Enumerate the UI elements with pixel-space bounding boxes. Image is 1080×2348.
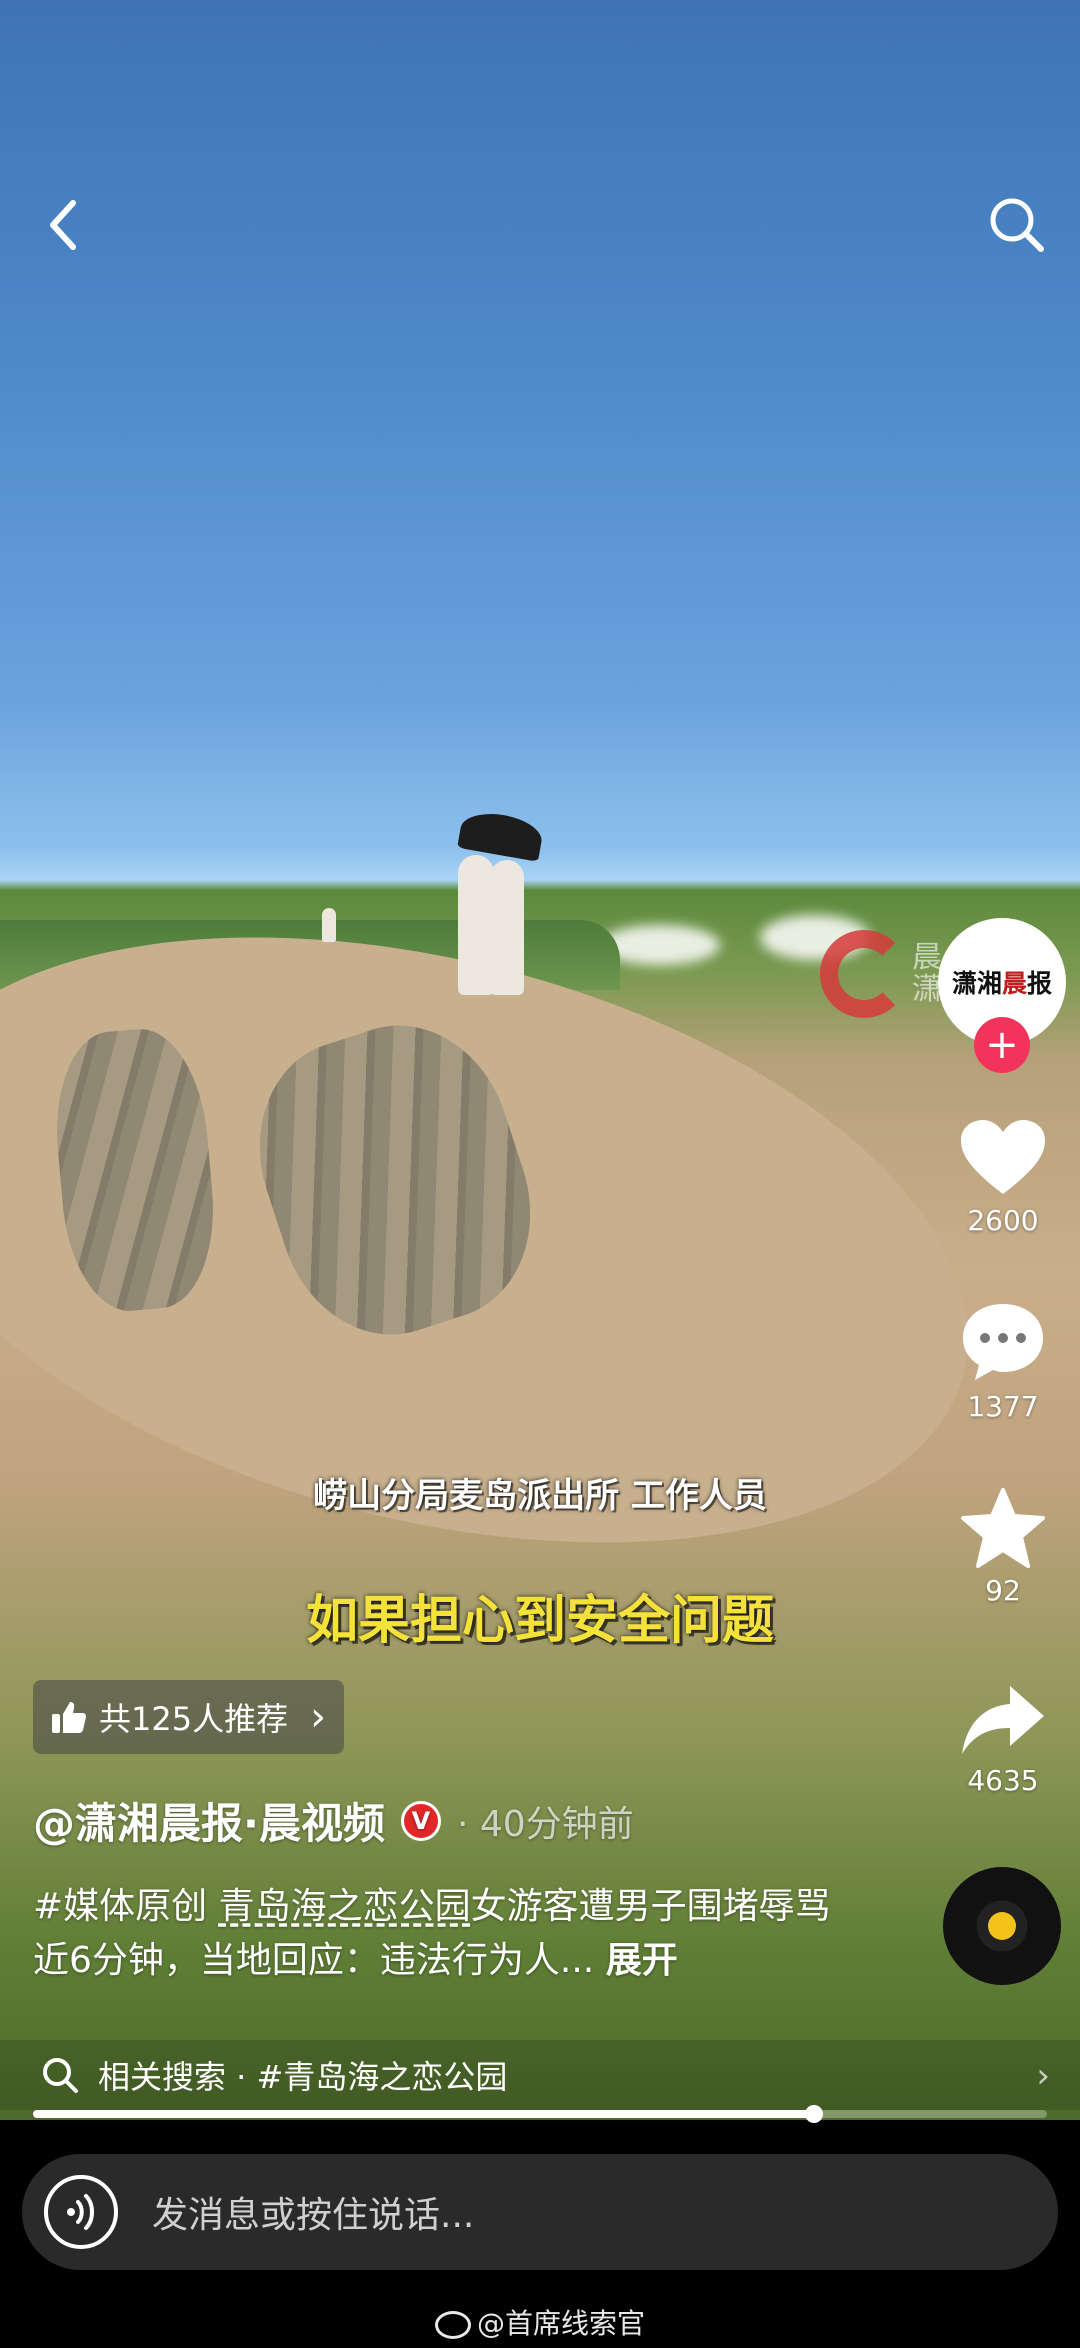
comment-button[interactable]: 1377 bbox=[955, 1300, 1051, 1423]
related-search-label: 相关搜索 · #青岛海之恋公园 bbox=[98, 2058, 508, 2096]
video-description[interactable]: #媒体原创 青岛海之恋公园女游客遭男子围堵辱骂近6分钟，当地回应：违法行为人..… bbox=[33, 1880, 833, 1988]
related-search-bar[interactable]: 相关搜索 · #青岛海之恋公园 › bbox=[0, 2040, 1080, 2110]
search-button[interactable] bbox=[982, 190, 1052, 260]
hashtag[interactable]: #媒体原创 bbox=[33, 1886, 219, 1927]
umbrella bbox=[457, 808, 545, 862]
video-progress-bar[interactable] bbox=[33, 2105, 1047, 2123]
author-name[interactable]: @潇湘晨报·晨视频 bbox=[33, 1790, 385, 1851]
message-input-bar[interactable]: 发消息或按住说话... bbox=[22, 2154, 1058, 2270]
weibo-watermark: @首席线索官 bbox=[0, 2302, 1080, 2342]
share-arrow-icon bbox=[962, 1686, 1044, 1754]
search-icon bbox=[43, 2058, 78, 2093]
progress-fill bbox=[33, 2110, 814, 2118]
comment-count: 1377 bbox=[967, 1390, 1039, 1423]
voice-input-button[interactable] bbox=[44, 2175, 118, 2249]
comment-icon bbox=[963, 1304, 1043, 1380]
progress-handle[interactable] bbox=[804, 2105, 823, 2123]
chevron-right-icon: › bbox=[310, 1694, 327, 1740]
person-figure bbox=[458, 855, 494, 995]
watermark-char: 晨 bbox=[912, 940, 942, 975]
author-row[interactable]: @潇湘晨报·晨视频 V · 40分钟前 bbox=[33, 1790, 634, 1851]
share-count: 4635 bbox=[967, 1764, 1039, 1797]
follow-button[interactable]: + bbox=[974, 1017, 1030, 1073]
person-figure bbox=[490, 860, 524, 995]
like-button[interactable]: 2600 bbox=[955, 1118, 1051, 1237]
back-button[interactable] bbox=[28, 190, 98, 260]
share-button[interactable]: 4635 bbox=[955, 1682, 1051, 1797]
verified-badge-icon: V bbox=[400, 1800, 441, 1841]
music-disc-icon bbox=[988, 1912, 1016, 1940]
distant-person bbox=[322, 908, 336, 942]
subtitle-caption: 如果担心到安全问题 bbox=[305, 1591, 774, 1651]
voice-wave-icon bbox=[67, 2194, 94, 2230]
chevron-right-icon: › bbox=[1036, 2056, 1050, 2096]
post-time: · 40分钟前 bbox=[456, 1803, 634, 1845]
avatar-text: 潇湘 bbox=[951, 969, 1002, 998]
music-disc-button[interactable] bbox=[943, 1867, 1061, 1985]
recommend-badge[interactable]: 共125人推荐 › bbox=[33, 1680, 345, 1754]
watermark-text: @首席线索官 bbox=[476, 2307, 645, 2340]
expand-button[interactable]: 展开 bbox=[606, 1940, 678, 1981]
like-count: 2600 bbox=[967, 1204, 1039, 1237]
heart-icon bbox=[961, 1120, 1045, 1194]
channel-watermark-logo bbox=[820, 930, 908, 1018]
location-link[interactable]: 青岛海之恋公园 bbox=[219, 1886, 471, 1927]
recommend-label: 共125人推荐 bbox=[99, 1700, 289, 1738]
avatar-text: 报 bbox=[1027, 969, 1053, 998]
weibo-logo-icon bbox=[434, 2311, 471, 2339]
search-icon bbox=[990, 198, 1044, 252]
subtitle-speaker: 崂山分局麦岛派出所 工作人员 bbox=[313, 1476, 767, 1516]
chevron-left-icon bbox=[50, 200, 76, 250]
avatar-text-red: 晨 bbox=[1001, 969, 1027, 998]
thumbs-up-icon bbox=[52, 1702, 86, 1733]
message-placeholder: 发消息或按住说话... bbox=[152, 2195, 475, 2236]
